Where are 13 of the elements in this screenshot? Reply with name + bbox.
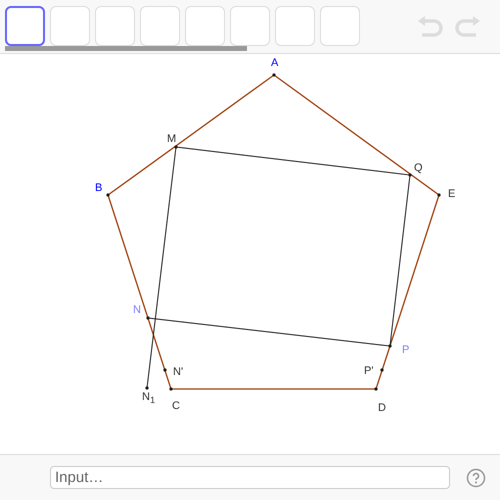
- point-label: P: [402, 345, 410, 356]
- point-label: C: [172, 401, 180, 412]
- point-label: A: [271, 58, 278, 69]
- point-label: E: [448, 189, 456, 200]
- input-field[interactable]: Input…: [50, 466, 450, 489]
- point-label: Q: [414, 163, 423, 174]
- point-label: N': [173, 367, 184, 378]
- point-label: D: [378, 403, 386, 414]
- point-label: M: [167, 134, 176, 145]
- point-label: N: [133, 305, 141, 316]
- point-label: N$_{1}$: [142, 392, 156, 406]
- point-label: B: [95, 183, 102, 194]
- point-label: P': [364, 366, 374, 377]
